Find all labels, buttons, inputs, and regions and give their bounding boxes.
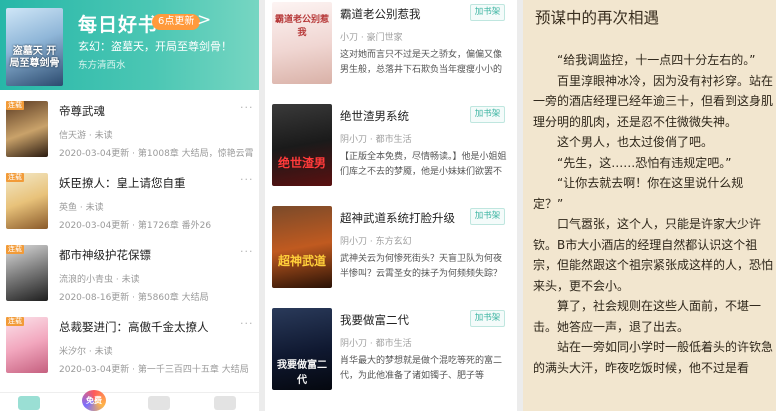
shelf-item[interactable]: 连载 总裁娶进门：高傲千金太撩人 米汐尔 · 未读 2020-03-04更新 ·… <box>0 317 259 389</box>
book-list-item[interactable]: 我要做富二代 我要做富二代 加书架 阴小刀 · 都市生活 肖华最大的梦想就是做个… <box>265 308 517 410</box>
daily-book-title[interactable]: 玄幻：盗墓天，开局至尊剑骨！ <box>78 38 232 54</box>
more-icon[interactable]: ··· <box>240 245 254 258</box>
cover-text: 我要做富二代 <box>277 360 327 386</box>
book-author: 阴小刀 · 都市生活 <box>340 135 412 145</box>
chapter-title: 预谋中的再次相遇 <box>535 9 660 27</box>
paragraph: “先生，这……恐怕有违规定吧。” <box>557 155 732 170</box>
shelf-book-meta: 英鱼 · 未读 <box>59 203 104 213</box>
shelf-book-meta: 流浪的小青虫 · 未读 <box>59 275 140 285</box>
paragraph: “给我调监控，十一点四十分左右的。” <box>557 53 756 67</box>
book-description: 这对她而言只不过是天之骄女，偏偏又像男生般，总落井下石欺负当年瘦瘦小小的他……一… <box>340 50 503 75</box>
cover-text: 超神武道 <box>277 254 326 268</box>
shelf-book-update: 2020-08-16更新 · 第5860章 大结局 <box>59 293 209 303</box>
shelf-item[interactable]: 连载 都市神级护花保镖 流浪的小青虫 · 未读 2020-08-16更新 · 第… <box>0 245 259 317</box>
daily-cover-text: 盗墓天 开局至尊剑骨 <box>9 46 60 69</box>
cover-text: 霸道老公别惹我 <box>274 15 329 38</box>
book-list-item[interactable]: 超神武道 超神武道系统打脸升级 加书架 阴小刀 · 东方玄幻 武神关云为何惨死街… <box>265 206 517 308</box>
bottom-tab-bar <box>0 392 259 411</box>
chevron-right-icon[interactable]: > <box>197 10 211 30</box>
book-cover[interactable]: 霸道老公别惹我 <box>272 2 332 84</box>
serial-tag: 连载 <box>6 101 24 110</box>
serial-tag: 连载 <box>6 245 24 254</box>
daily-title: 每日好书 <box>78 14 159 36</box>
serial-tag: 连载 <box>6 173 24 182</box>
book-list-item[interactable]: 绝世渣男 绝世渣男系统 加书架 阴小刀 · 都市生活 【正版全本免费，尽情畅读。… <box>265 104 517 206</box>
book-title[interactable]: 霸道老公别惹我 <box>340 6 421 22</box>
shelf-book-meta: 米汐尔 · 未读 <box>59 347 113 357</box>
book-description: 肖华最大的梦想就是做个混吃等死的富二代，为此他准备了诸如镯子、肥子等物，…… <box>340 356 503 381</box>
cover-text: 绝世渣男 <box>277 156 326 170</box>
add-to-shelf-button[interactable]: 加书架 <box>470 4 505 21</box>
store-tab-icon[interactable] <box>148 396 170 410</box>
add-to-shelf-button[interactable]: 加书架 <box>470 310 505 327</box>
bookshelf-tab-icon[interactable] <box>18 396 40 410</box>
book-cover[interactable]: 绝世渣男 <box>272 104 332 186</box>
paragraph: 这个男人，也太过俊俏了吧。 <box>557 135 714 149</box>
more-icon[interactable]: ··· <box>240 317 254 330</box>
shelf-book-update: 2020-03-04更新 · 第1008章 大结局，惊艳云霄 <box>59 149 254 159</box>
profile-tab-icon[interactable] <box>214 396 236 410</box>
chapter-body[interactable]: “给我调监控，十一点四十分左右的。” 百里淳眼神冰冷，因为没有衬衫穿。站在一旁的… <box>533 50 773 378</box>
paragraph: 站在一旁如同小学时一般低着头的许钦急的满头大汗，昨夜吃饭时候，他不过是看 <box>533 340 774 375</box>
more-icon[interactable]: ··· <box>240 101 254 114</box>
book-title[interactable]: 超神武道系统打脸升级 <box>340 210 455 226</box>
paragraph: “让你去就去啊！你在这里说什么规定？” <box>533 176 744 211</box>
add-to-shelf-button[interactable]: 加书架 <box>470 106 505 123</box>
daily-book-author: 东方清西水 <box>78 60 126 71</box>
bookshelf-panel: 盗墓天 开局至尊剑骨 每日好书 6点更新 > 玄幻：盗墓天，开局至尊剑骨！ 东方… <box>0 0 259 411</box>
book-title[interactable]: 我要做富二代 <box>340 312 409 328</box>
shelf-book-title[interactable]: 总裁娶进门：高傲千金太撩人 <box>59 319 209 335</box>
paragraph: 口气嚣张，这个人，只能是许家大少许钦。B市大小酒店的经理自然都认识这个祖宗，但能… <box>533 217 774 293</box>
serial-tag: 连载 <box>6 317 24 326</box>
shelf-item[interactable]: 连载 帝尊武魂 信天游 · 未读 2020-03-04更新 · 第1008章 大… <box>0 101 259 173</box>
paragraph: 算了，社会规则在这些人面前，不堪一击。她答应一声，退了出去。 <box>533 299 762 334</box>
book-description: 【正版全本免费，尽情畅读。】他是小姐姐们库之不去的梦魇，他是小妹妹们欲罢不能的…… <box>340 152 507 177</box>
free-tab-icon[interactable]: 免费 <box>82 390 106 411</box>
book-author: 小刀 · 豪门世家 <box>340 33 403 43</box>
shelf-book-title[interactable]: 帝尊武魂 <box>59 103 105 119</box>
add-to-shelf-button[interactable]: 加书架 <box>470 208 505 225</box>
update-badge: 6点更新 <box>152 14 201 30</box>
more-icon[interactable]: ··· <box>240 173 254 186</box>
daily-book-banner[interactable]: 盗墓天 开局至尊剑骨 每日好书 6点更新 > 玄幻：盗墓天，开局至尊剑骨！ 东方… <box>0 0 259 90</box>
shelf-book-meta: 信天游 · 未读 <box>59 131 113 141</box>
shelf-book-title[interactable]: 妖臣撩人：皇上请您自重 <box>59 175 186 191</box>
shelf-book-update: 2020-03-04更新 · 第1726章 番外26 <box>59 221 212 231</box>
shelf-book-update: 2020-03-04更新 · 第一千三百四十五章 大结局 <box>59 365 249 375</box>
shelf-item[interactable]: 连载 妖臣撩人：皇上请您自重 英鱼 · 未读 2020-03-04更新 · 第1… <box>0 173 259 245</box>
reader-panel[interactable]: 预谋中的再次相遇 “给我调监控，十一点四十分左右的。” 百里淳眼神冰冷，因为没有… <box>523 0 776 411</box>
book-list-panel: 霸道老公别惹我 霸道老公别惹我 加书架 小刀 · 豪门世家 这对她而言只不过是天… <box>265 0 517 411</box>
daily-book-cover[interactable]: 盗墓天 开局至尊剑骨 <box>6 8 63 86</box>
book-title[interactable]: 绝世渣男系统 <box>340 108 409 124</box>
book-list-item[interactable]: 霸道老公别惹我 霸道老公别惹我 加书架 小刀 · 豪门世家 这对她而言只不过是天… <box>265 2 517 104</box>
book-author: 阴小刀 · 都市生活 <box>340 339 412 349</box>
book-cover[interactable]: 超神武道 <box>272 206 332 288</box>
shelf-book-title[interactable]: 都市神级护花保镖 <box>59 247 151 263</box>
book-description: 武神关云为何惨死街头？天盲卫队为何夜半惨叫？云霄圣女的抹子为何频频失踪？圣…… <box>340 254 503 279</box>
book-author: 阴小刀 · 东方玄幻 <box>340 237 412 247</box>
book-cover[interactable]: 我要做富二代 <box>272 308 332 390</box>
paragraph: 百里淳眼神冰冷，因为没有衬衫穿。站在一旁的酒店经理已经年逾三十，但看到这身肌理分… <box>533 73 774 129</box>
